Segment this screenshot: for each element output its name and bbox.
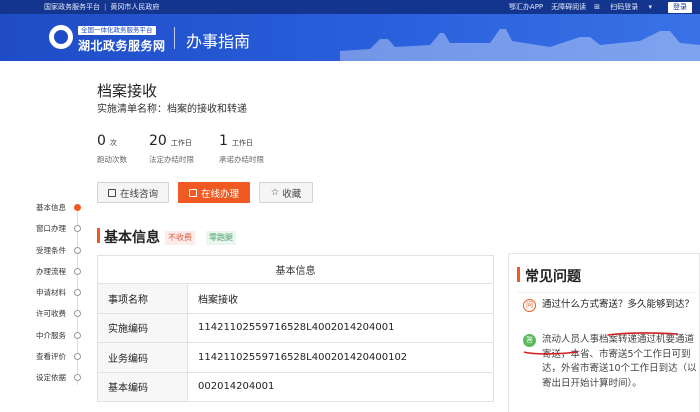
logo-subtitle: 全国一体化政务服务平台 <box>78 26 156 35</box>
scan-login-link[interactable]: ⊞ 扫码登录 ▾ <box>594 0 660 14</box>
nav-dot-icon <box>74 374 81 382</box>
online-apply-button[interactable]: 在线办理 <box>178 182 250 203</box>
table-row: 事项名称 档案接收 <box>97 283 494 314</box>
nav-dot-icon <box>74 289 81 297</box>
table-header-row: 基本信息 <box>97 255 494 284</box>
row-value: 002014204001 <box>187 371 494 402</box>
favorite-button[interactable]: ☆ 收藏 <box>259 182 313 203</box>
button-label: 在线咨询 <box>119 188 158 200</box>
button-label: 收藏 <box>282 188 302 200</box>
link-city-government[interactable]: 黄冈市人民政府 <box>110 3 159 11</box>
nav-item-conditions[interactable]: 受理条件 <box>36 245 82 266</box>
scan-login-label: 扫码登录 <box>610 3 639 11</box>
stat-value: 0 <box>97 133 106 149</box>
nav-label: 查看评价 <box>36 352 66 362</box>
row-value: 11421102559716528L4002014204001 <box>187 312 494 343</box>
nav-dot-icon <box>74 310 81 318</box>
nav-item-fees[interactable]: 许可收费 <box>36 308 82 329</box>
nav-label: 中介服务 <box>36 330 66 340</box>
fee-tag: 不收费 <box>165 231 195 245</box>
table-row: 业务编码 11421102559716528L400201420400102 <box>97 342 494 373</box>
nav-dot-icon <box>74 246 81 254</box>
nav-dot-icon <box>74 331 81 339</box>
question-icon: 问 <box>523 299 536 312</box>
nav-label: 设定依据 <box>36 373 66 383</box>
section-title: 基本信息 <box>104 230 160 246</box>
nav-dot-icon <box>74 225 81 233</box>
nav-dot-icon <box>74 204 81 211</box>
faq-accent-bar <box>517 267 520 282</box>
row-key: 实施编码 <box>97 312 188 343</box>
row-value: 档案接收 <box>187 283 494 314</box>
header-divider <box>174 27 175 49</box>
zero-trip-tag: 零跑腿 <box>206 231 236 245</box>
top-links: 国家政务服务平台 | 黄冈市人民政府 <box>44 0 159 14</box>
stat-visits: 0次 跑动次数 <box>97 130 127 165</box>
table-row: 实施编码 11421102559716528L4002014204001 <box>97 312 494 343</box>
app-link[interactable]: 鄂汇办APP <box>509 0 543 14</box>
nav-item-window[interactable]: 窗口办理 <box>36 223 82 244</box>
stat-promised-limit: 1 工作日 承诺办结时限 <box>219 130 264 165</box>
table-row: 基本编码 002014204001 <box>97 371 494 402</box>
nav-item-basic-info[interactable]: 基本信息 <box>36 202 82 223</box>
stat-legal-limit: 20 工作日 法定办结时限 <box>149 130 194 165</box>
section-nav: 基本信息 窗口办理 受理条件 办理流程 申请材料 许可收费 中介服务 查看评价 … <box>36 202 82 394</box>
chevron-down-icon: ▾ <box>646 3 652 11</box>
chat-icon <box>107 188 116 197</box>
nav-label: 窗口办理 <box>36 224 66 234</box>
accessibility-link[interactable]: 无障碍阅读 <box>551 0 586 14</box>
stat-unit: 次 <box>109 139 117 147</box>
row-value: 11421102559716528L400201420400102 <box>187 342 494 373</box>
top-utility-bar: 国家政务服务平台 | 黄冈市人民政府 鄂汇办APP 无障碍阅读 ⊞ 扫码登录 ▾ 登… <box>0 0 700 14</box>
nav-item-materials[interactable]: 申请材料 <box>36 287 82 308</box>
page-title: 档案接收 <box>97 82 158 100</box>
implementation-list-name: 实施清单名称：档案的接收和转递 <box>97 104 247 115</box>
nav-label: 办理流程 <box>36 266 66 276</box>
button-label: 在线办理 <box>200 188 239 200</box>
nav-label: 申请材料 <box>36 288 66 298</box>
section-accent-bar <box>97 228 100 243</box>
logo-emblem-icon[interactable] <box>49 25 73 49</box>
basic-info-table: 基本信息 事项名称 档案接收 实施编码 11421102559716528L40… <box>97 255 494 402</box>
stat-unit: 工作日 <box>170 139 192 147</box>
nav-item-basis[interactable]: 设定依据 <box>36 372 82 393</box>
separator: | <box>104 3 107 11</box>
logo-name[interactable]: 湖北政务服务网 <box>78 37 166 54</box>
skyline-decoration <box>340 29 700 61</box>
row-key: 业务编码 <box>97 342 188 373</box>
stat-label: 跑动次数 <box>97 155 127 164</box>
answer-icon: 答 <box>523 334 536 347</box>
faq-question[interactable]: 通过什么方式寄送？多久能够到达？ <box>542 298 697 312</box>
nav-dot-icon <box>74 267 81 275</box>
form-icon <box>188 188 197 197</box>
header-section-title: 办事指南 <box>186 32 251 51</box>
site-header: 全国一体化政务服务平台 湖北政务服务网 办事指南 <box>0 14 700 61</box>
stat-label: 承诺办结时限 <box>219 155 264 164</box>
faq-title: 常见问题 <box>525 269 581 285</box>
stat-unit: 工作日 <box>231 139 253 147</box>
stat-value: 1 <box>219 133 228 149</box>
top-right-actions: 鄂汇办APP 无障碍阅读 ⊞ 扫码登录 ▾ 登录 <box>509 0 700 14</box>
nav-item-reviews[interactable]: 查看评价 <box>36 351 82 372</box>
nav-dot-icon <box>74 353 81 361</box>
online-consult-button[interactable]: 在线咨询 <box>97 182 169 203</box>
row-key: 事项名称 <box>97 283 188 314</box>
nav-item-intermediary[interactable]: 中介服务 <box>36 330 82 351</box>
nav-item-process[interactable]: 办理流程 <box>36 266 82 287</box>
faq-divider <box>517 292 697 293</box>
stat-label: 法定办结时限 <box>149 155 194 164</box>
faq-answer: 流动人员人事档案转递通过机要通道寄送，本省、市寄送5个工作日可到达，外省市寄送1… <box>542 334 697 389</box>
star-icon: ☆ <box>270 187 280 198</box>
stat-value: 20 <box>149 133 167 149</box>
nav-label: 许可收费 <box>36 309 66 319</box>
nav-label: 基本信息 <box>36 203 66 212</box>
table-header: 基本信息 <box>97 255 494 284</box>
qr-icon: ⊞ <box>594 3 603 11</box>
login-button[interactable]: 登录 <box>668 1 692 13</box>
link-national-platform[interactable]: 国家政务服务平台 <box>44 3 100 11</box>
row-key: 基本编码 <box>97 371 188 402</box>
nav-label: 受理条件 <box>36 245 66 255</box>
faq-panel: 常见问题 问 通过什么方式寄送？多久能够到达？ 答 流动人员人事档案转递通过机要… <box>508 253 700 412</box>
